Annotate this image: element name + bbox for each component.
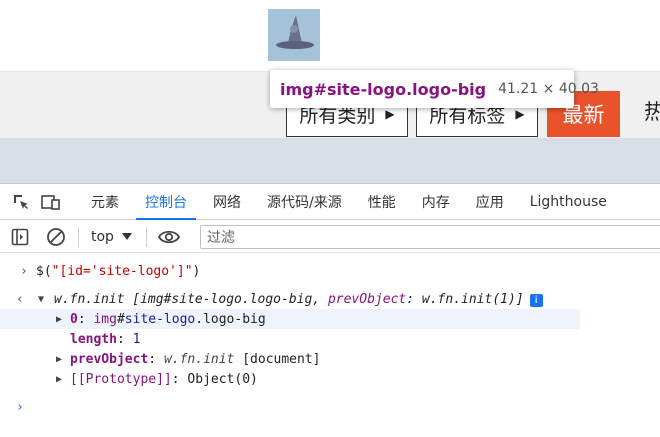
live-expression-eye-icon[interactable] (151, 221, 187, 253)
tab-console[interactable]: 控制台 (132, 184, 200, 220)
filter-input[interactable]: 过滤 (200, 225, 660, 249)
info-icon[interactable]: i (529, 293, 543, 307)
input-chevron-icon: › (20, 263, 28, 279)
tab-memory[interactable]: 内存 (409, 184, 463, 219)
tab-performance[interactable]: 性能 (355, 184, 409, 219)
result-summary: w.fn.init [img#site-logo.logo-big, prevO… (54, 292, 543, 307)
result-length: length: 1 (70, 331, 141, 347)
tab-network[interactable]: 网络 (200, 184, 254, 219)
inspect-element-icon[interactable] (6, 184, 36, 219)
prevobject-text: prevObject: w.fn.init [document] (70, 351, 321, 367)
sidebar-toggle-icon[interactable] (2, 221, 38, 253)
item-0-text: 0: img#site-logo.logo-big (70, 311, 266, 327)
site-logo[interactable] (268, 9, 320, 61)
context-label: top (91, 228, 114, 245)
result-item-0[interactable]: ▶ 0: img#site-logo.logo-big (0, 309, 580, 329)
device-toolbar-icon[interactable] (36, 184, 66, 219)
tab-sources[interactable]: 源代码/来源 (254, 184, 355, 219)
context-selector[interactable]: top (83, 229, 142, 245)
devtools-tabbar: 元素 控制台 网络 源代码/来源 性能 内存 应用 Lighthouse (0, 184, 660, 220)
toolbar-divider (145, 226, 147, 247)
caret-right-icon: ▶ (385, 107, 395, 121)
console-toolbar: top 过滤 (0, 221, 660, 253)
inspect-tooltip: img#site-logo.logo-big 41.21 × 40.03 (270, 70, 599, 108)
page-header (0, 0, 660, 72)
toolbar-divider (78, 226, 79, 247)
tab-lighthouse[interactable]: Lighthouse (517, 184, 620, 219)
tooltip-dimensions: 41.21 × 40.03 (498, 81, 599, 97)
page-gray-band (0, 138, 660, 183)
expand-triangle-icon[interactable]: ▶ (56, 354, 62, 365)
prompt-chevron-icon: › (16, 399, 24, 415)
result-prototype[interactable]: ▶ [[Prototype]]: Object(0) (0, 369, 660, 389)
expand-triangle-icon[interactable]: ▶ (56, 374, 62, 385)
console-prompt-line[interactable]: › (0, 397, 660, 417)
caret-right-icon: ▶ (515, 107, 525, 121)
tooltip-selector: img#site-logo.logo-big (280, 79, 487, 99)
dropdown-caret-icon (121, 229, 132, 245)
clear-console-icon[interactable] (38, 221, 74, 253)
result-prevobject[interactable]: ▶ prevObject: w.fn.init [document] (0, 349, 660, 369)
console-command[interactable]: $("[id='site-logo']") (36, 264, 200, 279)
console-result-line[interactable]: ‹ ▼ w.fn.init [img#site-logo.logo-big, p… (0, 289, 660, 309)
prototype-text: [[Prototype]]: Object(0) (70, 371, 258, 387)
devtools-panel: 元素 控制台 网络 源代码/来源 性能 内存 应用 Lighthouse top… (0, 183, 660, 437)
result-arrow-icon: ‹ (16, 291, 24, 307)
hot-button[interactable]: 热 (644, 96, 660, 126)
witch-hat-icon (276, 15, 314, 49)
expand-triangle-icon[interactable]: ▼ (38, 294, 44, 305)
tab-elements[interactable]: 元素 (78, 184, 132, 219)
tab-application[interactable]: 应用 (463, 184, 517, 219)
expand-triangle-icon[interactable]: ▶ (56, 314, 62, 325)
console-input-line: › $("[id='site-logo']") (0, 261, 660, 281)
